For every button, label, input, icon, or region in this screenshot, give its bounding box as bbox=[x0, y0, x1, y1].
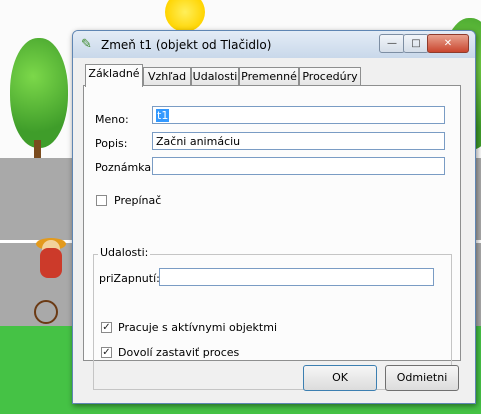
close-button[interactable]: ✕ bbox=[427, 34, 469, 53]
cancel-button[interactable]: Odmietni bbox=[385, 365, 459, 391]
prizapnuti-field[interactable] bbox=[159, 268, 434, 286]
title-bar[interactable]: ✎ Zmeň t1 (objekt od Tlačidlo) — □ ✕ bbox=[73, 31, 475, 58]
meno-label: Meno: bbox=[95, 113, 129, 126]
properties-dialog: ✎ Zmeň t1 (objekt od Tlačidlo) — □ ✕ Zák… bbox=[72, 30, 476, 404]
allow-stop-label: Dovolí zastaviť proces bbox=[118, 346, 240, 359]
bicycle-wheel-icon bbox=[34, 300, 58, 324]
poznamka-field[interactable] bbox=[152, 157, 445, 175]
prepinac-label: Prepínač bbox=[114, 194, 162, 207]
prizapnuti-label: priZapnutí: bbox=[99, 272, 160, 285]
tree-left-icon bbox=[10, 38, 68, 148]
tab-procedury[interactable]: Procedúry bbox=[299, 67, 361, 86]
maximize-button[interactable]: □ bbox=[403, 34, 429, 53]
tree-left-trunk bbox=[34, 140, 41, 158]
allow-stop-checkbox[interactable]: ✓ bbox=[101, 347, 112, 358]
active-objects-checkbox[interactable]: ✓ bbox=[101, 322, 112, 333]
prepinac-checkbox[interactable] bbox=[96, 195, 107, 206]
clown-body bbox=[40, 248, 62, 278]
minimize-button[interactable]: — bbox=[379, 34, 405, 53]
tab-vzhlad[interactable]: Vzhľad bbox=[143, 67, 191, 86]
tab-udalosti[interactable]: Udalosti bbox=[191, 67, 239, 86]
ok-button[interactable]: OK bbox=[303, 365, 377, 391]
active-objects-label: Pracuje s aktívnymi objektmi bbox=[118, 321, 278, 334]
tab-zakladne[interactable]: Základné bbox=[85, 64, 143, 87]
meno-field[interactable]: t1 bbox=[152, 106, 445, 124]
poznamka-label: Poznámka: bbox=[95, 161, 155, 174]
popis-label: Popis: bbox=[95, 137, 128, 150]
window-title: Zmeň t1 (objekt od Tlačidlo) bbox=[101, 38, 272, 52]
clown-icon: ✎ bbox=[81, 37, 92, 52]
tab-premenne[interactable]: Premenné bbox=[239, 67, 299, 86]
tab-panel-zakladne: Meno: t1 Popis: Začni animáciu Poznámka:… bbox=[83, 85, 461, 390]
popis-field[interactable]: Začni animáciu bbox=[152, 132, 445, 150]
meno-value: t1 bbox=[156, 109, 170, 122]
events-group-title: Udalosti: bbox=[98, 246, 151, 259]
